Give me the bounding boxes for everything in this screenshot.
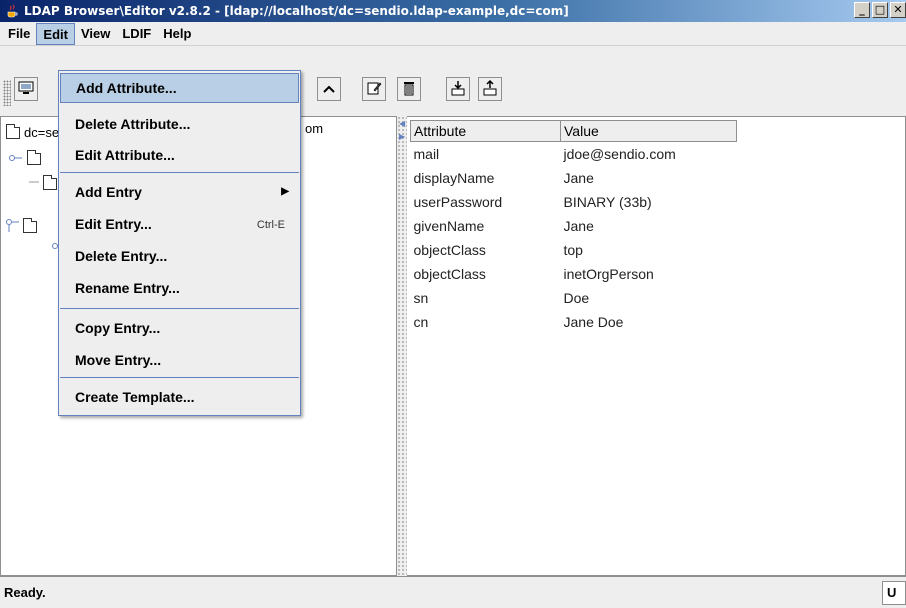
- table-row[interactable]: givenName Jane: [411, 214, 737, 238]
- attribute-value: top: [563, 241, 583, 258]
- window-titlebar[interactable]: LDAP Browser\Editor v2.8.2 - [ldap://loc…: [0, 0, 906, 22]
- edit-entry-icon: [366, 80, 382, 99]
- split-divider[interactable]: ◀ ▶: [397, 116, 407, 576]
- attribute-table[interactable]: Attribute Value mail jdoe@sendio.com disp…: [410, 120, 737, 334]
- export-icon: [450, 80, 466, 99]
- menu-item-add-attribute[interactable]: Add Attribute...: [60, 73, 299, 103]
- import-icon: [482, 79, 498, 99]
- menu-edit[interactable]: Edit: [36, 22, 75, 45]
- table-row[interactable]: displayName Jane: [411, 166, 737, 190]
- minimize-button[interactable]: _: [854, 2, 870, 18]
- menu-item-rename-entry[interactable]: Rename Entry...: [60, 274, 299, 304]
- attribute-name: cn: [413, 313, 429, 330]
- edit-entry-toolbar-button[interactable]: [362, 77, 386, 101]
- attribute-value: Doe: [563, 289, 590, 306]
- table-row[interactable]: mail jdoe@sendio.com: [411, 142, 737, 166]
- menu-item-add-entry[interactable]: Add Entry ▶: [60, 178, 299, 208]
- table-row[interactable]: userPassword BINARY (33b): [411, 190, 737, 214]
- tree-node-3[interactable]: [5, 217, 37, 235]
- attribute-name: givenName: [413, 217, 485, 234]
- folder-icon: [23, 217, 37, 233]
- parent-entry-button[interactable]: [317, 77, 341, 101]
- status-bar: Ready. U: [0, 576, 906, 608]
- menu-item-move-entry[interactable]: Move Entry...: [60, 346, 299, 376]
- menu-item-label: Edit Attribute...: [75, 147, 175, 163]
- menu-view[interactable]: View: [75, 23, 116, 45]
- table-row[interactable]: objectClass top: [411, 238, 737, 262]
- close-button[interactable]: ✕: [890, 2, 906, 18]
- attribute-value: inetOrgPerson: [563, 265, 654, 282]
- attribute-name: userPassword: [413, 193, 503, 210]
- menu-separator: [60, 377, 299, 378]
- status-indicator: U: [882, 581, 906, 605]
- submenu-arrow-icon: ▶: [281, 186, 289, 197]
- menu-item-label: Copy Entry...: [75, 320, 161, 336]
- menu-item-label: Delete Attribute...: [75, 116, 191, 132]
- collapse-right-icon[interactable]: ▶: [399, 132, 405, 141]
- menu-item-edit-entry[interactable]: Edit Entry... Ctrl-E: [60, 210, 299, 240]
- tree-toggle-icon: [9, 151, 23, 166]
- status-text: Ready.: [4, 585, 46, 600]
- attribute-name: objectClass: [413, 265, 486, 282]
- column-header-value[interactable]: Value: [560, 120, 737, 142]
- folder-icon: [43, 174, 57, 190]
- attribute-value: BINARY (33b): [563, 193, 652, 210]
- menu-item-label: Delete Entry...: [75, 248, 168, 264]
- menu-item-label: Rename Entry...: [75, 280, 180, 296]
- table-row[interactable]: cn Jane Doe: [411, 310, 737, 334]
- attribute-name: sn: [413, 289, 429, 306]
- java-cup-icon: [4, 3, 20, 19]
- folder-icon: [6, 123, 20, 139]
- menu-item-label: Edit Entry...: [75, 216, 152, 232]
- menu-item-label: Add Entry: [75, 184, 142, 200]
- menu-item-create-template[interactable]: Create Template...: [60, 383, 299, 413]
- tree-node-2[interactable]: [29, 174, 57, 193]
- delete-toolbar-button[interactable]: [397, 77, 421, 101]
- tree-node-1[interactable]: [9, 149, 41, 166]
- tree-line-icon: [29, 174, 39, 193]
- tree-root-suffix-text: om: [305, 121, 324, 136]
- import-toolbar-button[interactable]: [478, 77, 502, 101]
- attribute-name: displayName: [413, 169, 495, 186]
- connect-button[interactable]: [14, 77, 38, 101]
- connect-icon: [18, 81, 34, 98]
- attribute-pane: Attribute Value mail jdoe@sendio.com disp…: [407, 116, 906, 576]
- menu-help[interactable]: Help: [157, 23, 197, 45]
- up-icon: [322, 82, 336, 97]
- edit-menu-dropdown: Add Attribute... Delete Attribute... Edi…: [58, 70, 301, 416]
- menu-item-copy-entry[interactable]: Copy Entry...: [60, 314, 299, 344]
- menu-ldif[interactable]: LDIF: [116, 23, 157, 45]
- menu-item-label: Create Template...: [75, 389, 195, 405]
- attribute-value: jdoe@sendio.com: [563, 145, 676, 162]
- menu-item-edit-attribute[interactable]: Edit Attribute...: [60, 141, 299, 171]
- folder-icon: [27, 149, 41, 165]
- column-header-attribute[interactable]: Attribute: [410, 120, 561, 142]
- menu-item-label: Add Attribute...: [76, 80, 177, 96]
- delete-icon: [402, 80, 416, 99]
- maximize-button[interactable]: □: [872, 2, 888, 18]
- table-row[interactable]: sn Doe: [411, 286, 737, 310]
- attribute-name: objectClass: [413, 241, 486, 258]
- tree-root-suffix: om: [301, 121, 328, 136]
- menu-item-shortcut: Ctrl-E: [256, 219, 285, 231]
- menu-separator: [60, 308, 299, 309]
- menu-item-label: Move Entry...: [75, 352, 162, 368]
- menu-separator: [60, 172, 299, 173]
- attribute-value: Jane: [563, 169, 594, 186]
- toolbar-grip[interactable]: [3, 80, 11, 106]
- menu-bar: File Edit View LDIF Help: [0, 22, 906, 46]
- attribute-value: Jane Doe: [563, 313, 624, 330]
- tree-toggle-icon: [5, 218, 19, 235]
- menu-item-delete-attribute[interactable]: Delete Attribute...: [60, 110, 299, 140]
- menu-item-delete-entry[interactable]: Delete Entry...: [60, 242, 299, 272]
- window-title: LDAP Browser\Editor v2.8.2 - [ldap://loc…: [24, 4, 569, 18]
- attribute-value: Jane: [563, 217, 594, 234]
- collapse-left-icon[interactable]: ◀: [399, 119, 405, 128]
- table-row[interactable]: objectClass inetOrgPerson: [411, 262, 737, 286]
- menu-file[interactable]: File: [2, 23, 36, 45]
- attribute-name: mail: [413, 145, 440, 162]
- export-toolbar-button[interactable]: [446, 77, 470, 101]
